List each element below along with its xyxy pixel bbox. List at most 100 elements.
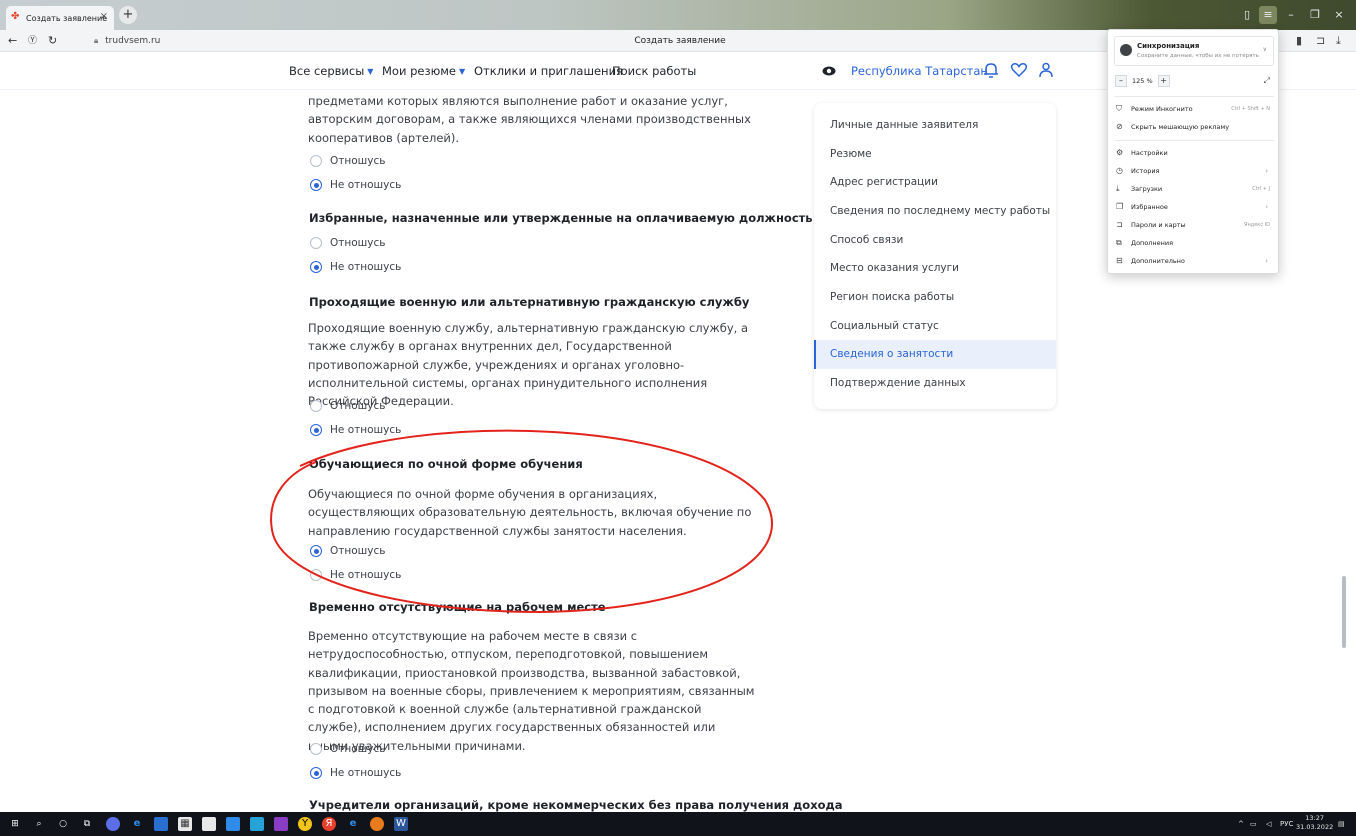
task-view-icon[interactable]: ⧉ (80, 817, 94, 831)
menu-item-personal-data[interactable]: Личные данные заявителя (814, 111, 1056, 140)
menu-item-employment-info[interactable]: Сведения о занятости (814, 340, 1056, 369)
radio-button[interactable] (310, 545, 322, 557)
language-indicator[interactable]: РУС (1280, 817, 1293, 831)
app-icon[interactable] (106, 817, 120, 831)
cortana-icon[interactable]: ○ (56, 817, 70, 831)
app-icon[interactable] (226, 817, 240, 831)
heart-icon[interactable] (1009, 60, 1029, 80)
browser-menu-popup: Синхронизация Сохраните данные, чтобы их… (1107, 29, 1279, 274)
menu-item-contact-method[interactable]: Способ связи (814, 226, 1056, 255)
menu-incognito[interactable]: ⛉ Режим Инкогнито Ctrl + Shift + N (1116, 102, 1274, 116)
radio-option[interactable]: Отношусь (310, 741, 385, 757)
yandex-logo-icon[interactable]: Ⓨ (28, 33, 37, 49)
close-window-button[interactable]: × (1330, 6, 1348, 24)
radio-button[interactable] (310, 237, 322, 249)
restore-button[interactable]: ❐ (1306, 6, 1324, 24)
menu-item-label: Избранное (1131, 203, 1168, 211)
radio-button[interactable] (310, 743, 322, 755)
radio-button[interactable] (310, 424, 322, 436)
minimize-button[interactable]: – (1282, 6, 1300, 24)
menu-item-service-place[interactable]: Место оказания услуги (814, 254, 1056, 283)
eye-icon[interactable] (822, 66, 836, 76)
menu-history[interactable]: ◷ История › (1116, 164, 1274, 178)
new-tab-button[interactable]: + (119, 6, 137, 24)
close-tab-icon[interactable]: × (100, 12, 108, 22)
system-clock[interactable]: 13:27 31.03.2022 (1296, 814, 1333, 832)
user-icon[interactable] (1036, 60, 1056, 80)
menu-hide-ads[interactable]: ⊘ Скрыть мешающую рекламу (1116, 120, 1274, 134)
ie-icon[interactable]: e (346, 817, 360, 831)
radio-option[interactable]: Не отношусь (310, 259, 401, 275)
section-heading: Временно отсутствующие на рабочем месте (309, 600, 606, 614)
radio-option[interactable]: Отношусь (310, 398, 385, 414)
menu-item-label: Режим Инкогнито (1131, 105, 1193, 113)
yandex-icon[interactable]: Y (298, 817, 312, 831)
menu-downloads[interactable]: ⤓ Загрузки Ctrl + J (1116, 182, 1274, 196)
tray-arrow-icon[interactable]: ^ (1238, 817, 1244, 831)
menu-settings[interactable]: ⚙ Настройки (1116, 146, 1274, 160)
menu-item-search-region[interactable]: Регион поиска работы (814, 283, 1056, 312)
nav-job-search[interactable]: Поиск работы (612, 63, 696, 79)
page-scrollbar[interactable] (1342, 576, 1346, 648)
store-icon[interactable]: ▦ (178, 817, 192, 831)
radio-label: Не отношусь (330, 261, 402, 273)
nav-all-services[interactable]: Все сервисы ▼ (289, 63, 373, 80)
menu-item-resume[interactable]: Резюме (814, 140, 1056, 169)
bookmark-flag-icon[interactable]: ▮ (1296, 33, 1302, 49)
menu-divider (1114, 140, 1274, 141)
app-icon[interactable] (250, 817, 264, 831)
menu-item-label: Пароли и карты (1131, 221, 1186, 229)
network-icon[interactable]: ▭ (1250, 817, 1257, 831)
radio-option[interactable]: Не отношусь (310, 567, 401, 583)
edge-icon[interactable]: e (130, 817, 144, 831)
yandex-browser-icon[interactable]: Я (322, 817, 336, 831)
back-arrow-icon[interactable]: ← (8, 33, 17, 49)
region-selector[interactable]: Республика Татарстан (851, 63, 988, 79)
reload-icon[interactable]: ↻ (48, 33, 57, 49)
radio-option[interactable]: Отношусь (310, 543, 385, 559)
menu-item-data-confirmation[interactable]: Подтверждение данных (814, 369, 1056, 398)
sync-panel[interactable]: Синхронизация Сохраните данные, чтобы их… (1114, 36, 1274, 66)
menu-item-last-workplace[interactable]: Сведения по последнему месту работы (814, 197, 1056, 226)
browser-tab[interactable]: ✤ Создать заявление × (6, 6, 114, 30)
nav-my-resumes[interactable]: Мои резюме ▼ (382, 63, 465, 80)
radio-option[interactable]: Не отношусь (310, 765, 401, 781)
mail-icon[interactable] (202, 817, 216, 831)
zoom-in-button[interactable]: + (1157, 75, 1170, 87)
menu-more[interactable]: ⊟ Дополнительно › (1116, 254, 1274, 268)
volume-icon[interactable]: ◁ (1266, 817, 1271, 831)
menu-item-label: Скрыть мешающую рекламу (1131, 123, 1230, 131)
radio-option[interactable]: Отношусь (310, 153, 385, 169)
firefox-icon[interactable] (370, 817, 384, 831)
radio-button[interactable] (310, 179, 322, 191)
menu-extensions[interactable]: ⧉ Дополнения (1116, 236, 1274, 250)
radio-button[interactable] (310, 155, 322, 167)
radio-option[interactable]: Не отношусь (310, 422, 401, 438)
radio-button[interactable] (310, 767, 322, 779)
radio-option[interactable]: Отношусь (310, 235, 385, 251)
notifications-icon[interactable]: ▤ (1338, 817, 1345, 831)
bell-icon[interactable] (981, 60, 1001, 80)
fullscreen-icon[interactable]: ⤢ (1264, 76, 1270, 86)
radio-button[interactable] (310, 400, 322, 412)
windows-start-icon[interactable]: ⊞ (8, 817, 22, 831)
browser-menu-button[interactable]: ≡ (1259, 6, 1277, 24)
menu-item-registration-address[interactable]: Адрес регистрации (814, 168, 1056, 197)
word-icon[interactable]: W (394, 817, 408, 831)
url-field[interactable]: 🔒︎ trudvsem.ru (94, 33, 160, 49)
nav-responses[interactable]: Отклики и приглашения (474, 63, 623, 79)
zoom-out-button[interactable]: – (1115, 75, 1127, 87)
wallet-icon[interactable]: ⊐ (1316, 33, 1325, 49)
menu-item-social-status[interactable]: Социальный статус (814, 312, 1056, 341)
menu-bookmarks[interactable]: ❐ Избранное › (1116, 200, 1274, 214)
radio-button[interactable] (310, 261, 322, 273)
download-icon[interactable]: ⤓ (1336, 33, 1341, 49)
radio-button[interactable] (310, 569, 322, 581)
search-icon[interactable]: ⌕ (32, 817, 46, 831)
radio-option[interactable]: Не отношусь (310, 177, 401, 193)
app-icon[interactable] (274, 817, 288, 831)
section-description: Проходящие военную службу, альтернативну… (308, 321, 749, 409)
menu-passwords[interactable]: ⊐ Пароли и карты Яндекс ID (1116, 218, 1274, 232)
app-icon[interactable] (154, 817, 168, 831)
reading-mode-icon[interactable]: ▯ (1238, 6, 1256, 24)
